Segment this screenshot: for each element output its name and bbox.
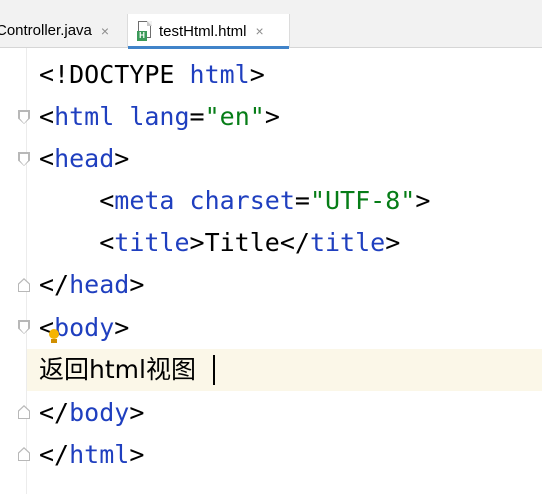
code-token: > bbox=[415, 186, 431, 215]
close-icon[interactable]: × bbox=[101, 23, 109, 39]
code-line[interactable]: <body> bbox=[27, 307, 542, 349]
code-token: > bbox=[385, 228, 401, 257]
code-token: <!DOCTYPE bbox=[39, 60, 190, 89]
editor-tab-bar: Controller.java × H testHtml.html × bbox=[0, 0, 542, 49]
lightbulb-icon[interactable] bbox=[49, 329, 59, 339]
code-token: </ bbox=[39, 440, 70, 469]
code-token: < bbox=[39, 186, 115, 215]
code-line[interactable]: </body> bbox=[27, 392, 542, 434]
code-token: html bbox=[189, 60, 250, 89]
code-token: > bbox=[129, 398, 145, 427]
tab-testhtml-html[interactable]: H testHtml.html × bbox=[127, 14, 290, 49]
code-token: < bbox=[39, 144, 55, 173]
tab-controller-java[interactable]: Controller.java × bbox=[0, 14, 109, 47]
code-token: = bbox=[189, 102, 205, 131]
code-line[interactable]: <head> bbox=[27, 138, 542, 180]
lightbulb-base bbox=[51, 339, 57, 343]
tab-label: testHtml.html bbox=[159, 22, 247, 40]
code-token: lang bbox=[129, 102, 190, 131]
code-token: head bbox=[69, 270, 130, 299]
code-token: </ bbox=[39, 270, 70, 299]
code-token: html bbox=[54, 102, 130, 131]
code-token: body bbox=[54, 313, 115, 342]
code-token: > bbox=[264, 102, 280, 131]
code-token: "UTF-8" bbox=[309, 186, 416, 215]
code-token: html bbox=[69, 440, 130, 469]
code-token: body bbox=[69, 398, 130, 427]
code-token: = bbox=[294, 186, 310, 215]
code-token: > bbox=[114, 144, 130, 173]
code-token: > bbox=[114, 313, 130, 342]
code-line[interactable]: <!DOCTYPE html> bbox=[27, 54, 542, 96]
code-token: title bbox=[114, 228, 190, 257]
code-token: 返回html视图 bbox=[39, 355, 196, 384]
code-token: > bbox=[129, 440, 145, 469]
code-line[interactable]: <title>Title</title> bbox=[27, 222, 542, 264]
code-token: "en" bbox=[204, 102, 265, 131]
code-line[interactable]: <html lang="en"> bbox=[27, 96, 542, 138]
tab-label: Controller.java bbox=[0, 22, 92, 39]
code-token: < bbox=[39, 102, 55, 131]
text-caret bbox=[213, 355, 215, 385]
code-token: meta bbox=[114, 186, 190, 215]
code-token: </ bbox=[39, 398, 70, 427]
code-line[interactable]: </head> bbox=[27, 264, 542, 306]
code-line[interactable]: <meta charset="UTF-8"> bbox=[27, 180, 542, 222]
code-token: title bbox=[309, 228, 386, 257]
code-line[interactable]: 返回html视图 bbox=[27, 349, 542, 391]
html-file-icon: H bbox=[137, 21, 153, 41]
code-token: > bbox=[249, 60, 265, 89]
code-editor[interactable]: <!DOCTYPE html> <html lang="en"> <head> <m… bbox=[27, 48, 542, 494]
code-token: >Title</ bbox=[189, 228, 310, 257]
close-icon[interactable]: × bbox=[256, 23, 264, 39]
code-line[interactable]: </html> bbox=[27, 434, 542, 476]
code-token: > bbox=[129, 270, 145, 299]
code-token: < bbox=[39, 228, 115, 257]
code-token: charset bbox=[189, 186, 295, 215]
code-token: head bbox=[54, 144, 115, 173]
